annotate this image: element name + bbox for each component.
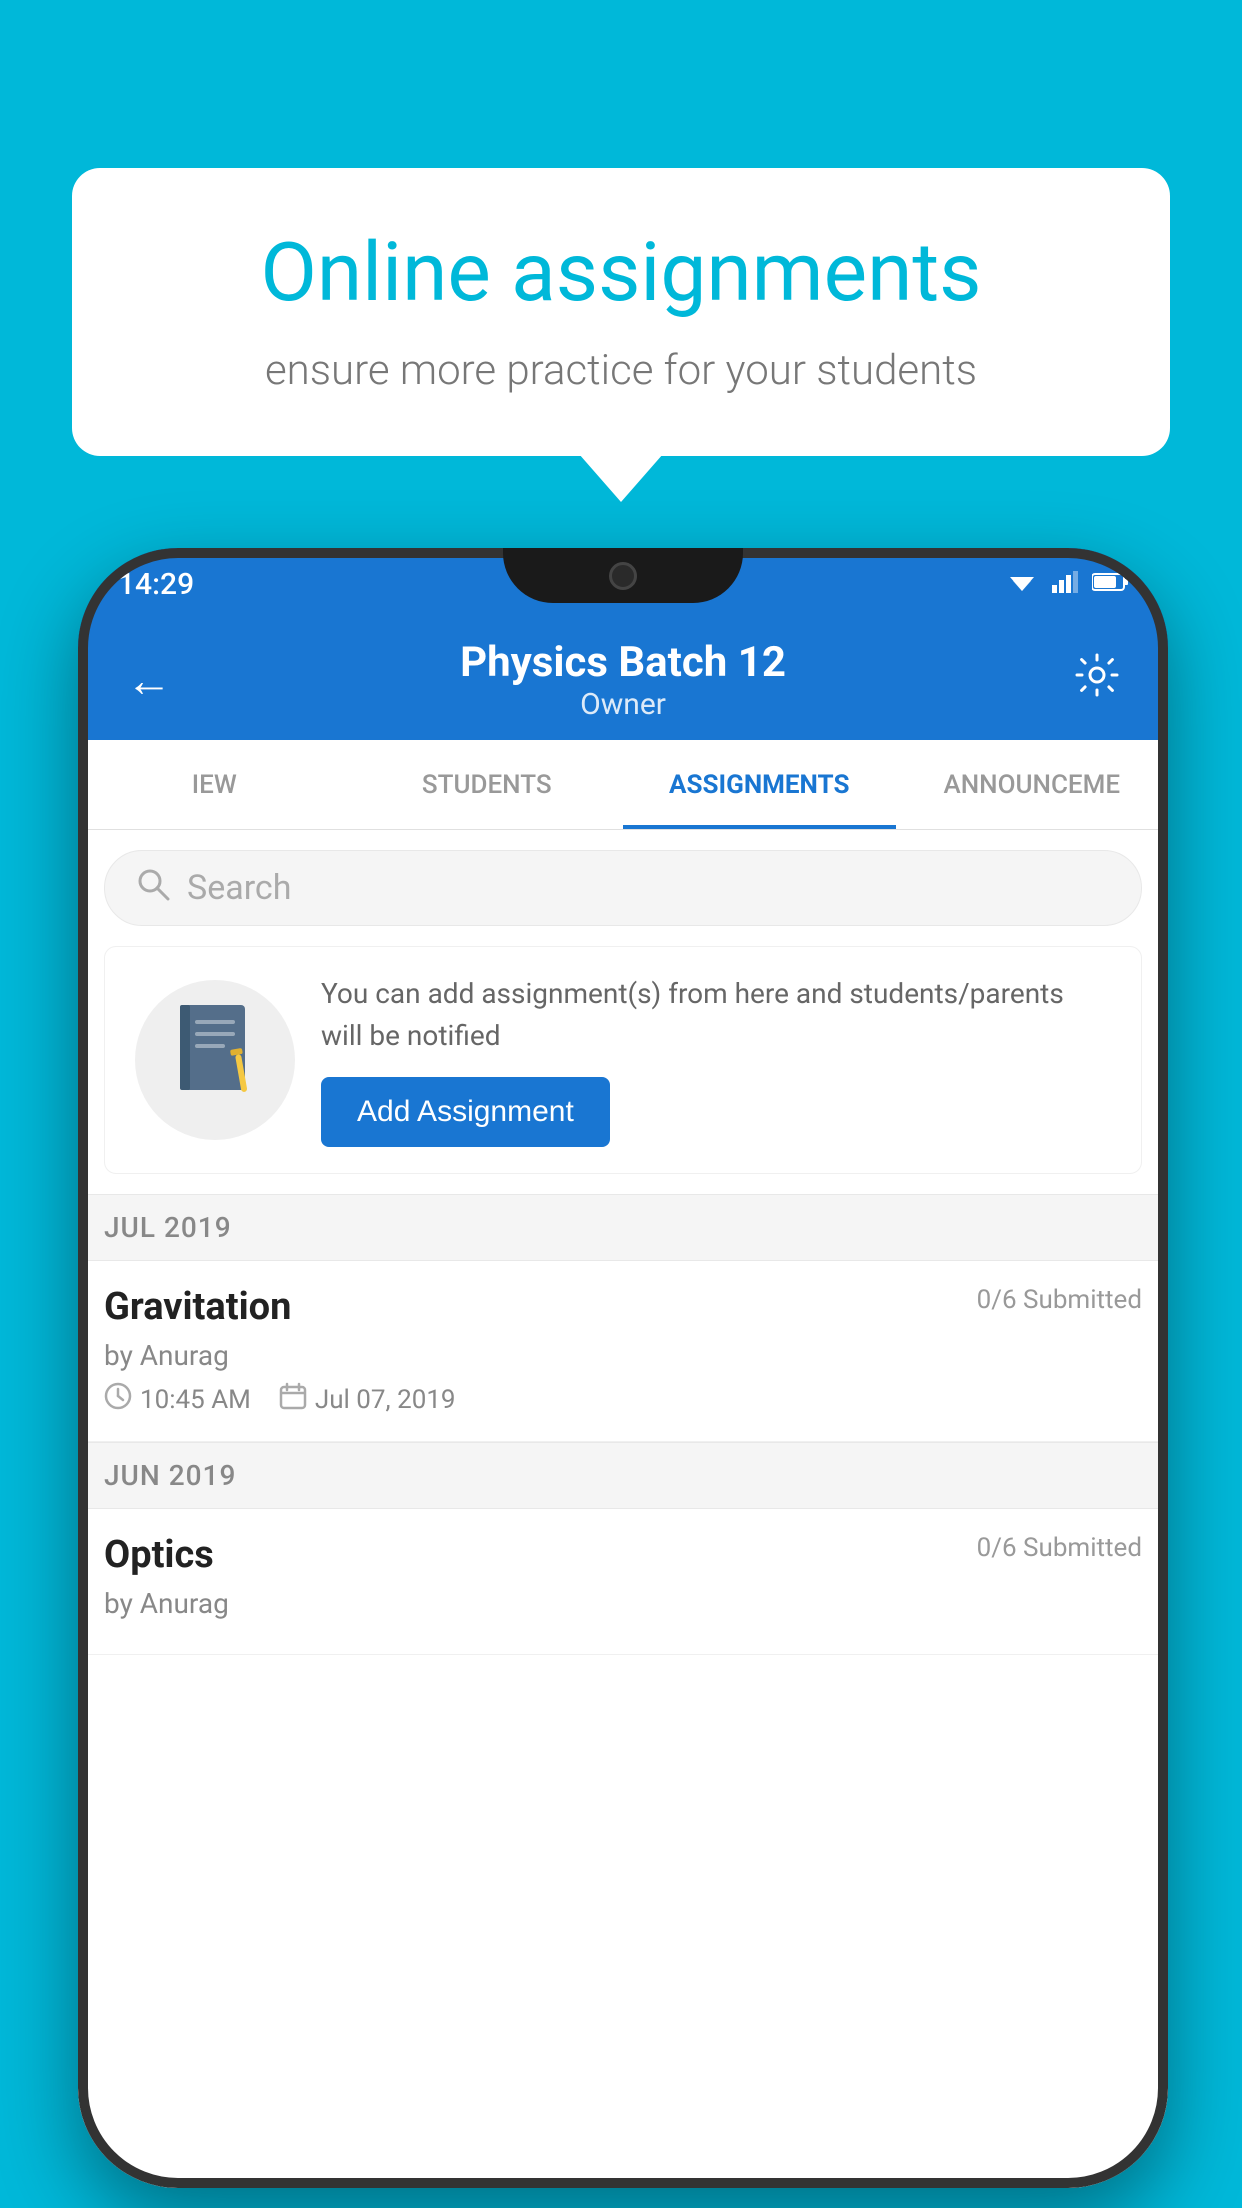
section-header-jun: JUN 2019 <box>78 1442 1168 1509</box>
tab-iew[interactable]: IEW <box>78 740 351 829</box>
assignment-author-optics: by Anurag <box>104 1587 1142 1620</box>
promo-card: You can add assignment(s) from here and … <box>104 946 1142 1174</box>
clock-icon <box>104 1382 132 1417</box>
assignment-name-optics: Optics <box>104 1533 214 1577</box>
section-label-jul: JUL 2019 <box>104 1211 232 1244</box>
settings-button[interactable] <box>1062 651 1132 710</box>
assignment-time-label: 10:45 AM <box>140 1385 251 1415</box>
search-icon <box>135 866 171 911</box>
notebook-icon <box>170 1000 260 1120</box>
speech-bubble-container: Online assignments ensure more practice … <box>72 168 1170 456</box>
add-assignment-button[interactable]: Add Assignment <box>321 1077 610 1147</box>
tab-assignments[interactable]: ASSIGNMENTS <box>623 740 896 829</box>
tab-students-label: STUDENTS <box>422 770 552 800</box>
app-bar: ← Physics Batch 12 Owner <box>78 620 1168 740</box>
assignment-row1: Gravitation 0/6 Submitted <box>104 1285 1142 1329</box>
promo-text-area: You can add assignment(s) from here and … <box>321 973 1111 1147</box>
assignment-submitted-optics: 0/6 Submitted <box>977 1533 1142 1563</box>
back-button[interactable]: ← <box>114 653 184 708</box>
app-bar-center: Physics Batch 12 Owner <box>460 638 786 722</box>
assignment-meta-gravitation: 10:45 AM Jul 07, 2019 <box>104 1382 1142 1417</box>
app-bar-subtitle: Owner <box>460 687 786 722</box>
battery-icon <box>1092 572 1128 596</box>
speech-bubble-subtitle: ensure more practice for your students <box>142 342 1100 401</box>
status-icons <box>1006 571 1128 597</box>
tab-assignments-label: ASSIGNMENTS <box>669 770 849 800</box>
assignment-item-gravitation[interactable]: Gravitation 0/6 Submitted by Anurag 10:4… <box>78 1261 1168 1442</box>
camera <box>609 562 637 590</box>
assignment-author-gravitation: by Anurag <box>104 1339 1142 1372</box>
assignment-submitted-gravitation: 0/6 Submitted <box>977 1285 1142 1315</box>
speech-bubble: Online assignments ensure more practice … <box>72 168 1170 456</box>
speech-bubble-title: Online assignments <box>142 228 1100 318</box>
status-time: 14:29 <box>118 567 194 602</box>
assignment-name-gravitation: Gravitation <box>104 1285 291 1329</box>
search-placeholder: Search <box>187 868 291 908</box>
assignment-date-label: Jul 07, 2019 <box>315 1385 456 1415</box>
calendar-icon <box>279 1382 307 1417</box>
tab-students[interactable]: STUDENTS <box>351 740 624 829</box>
notch <box>503 548 743 603</box>
section-label-jun: JUN 2019 <box>104 1459 236 1492</box>
assignment-date-gravitation: Jul 07, 2019 <box>279 1382 456 1417</box>
search-bar[interactable]: Search <box>104 850 1142 926</box>
assignment-time-gravitation: 10:45 AM <box>104 1382 251 1417</box>
assignment-item-optics[interactable]: Optics 0/6 Submitted by Anurag <box>78 1509 1168 1655</box>
wifi-icon <box>1006 571 1038 597</box>
phone-content: Search You can add assig <box>78 830 1168 2188</box>
tab-iew-label: IEW <box>192 770 237 800</box>
tab-announcements-label: ANNOUNCEME <box>943 770 1120 800</box>
signal-icon <box>1052 571 1078 597</box>
promo-icon-circle <box>135 980 295 1140</box>
assignment-row1-optics: Optics 0/6 Submitted <box>104 1533 1142 1577</box>
app-bar-title: Physics Batch 12 <box>460 638 786 687</box>
promo-description: You can add assignment(s) from here and … <box>321 973 1111 1057</box>
section-header-jul: JUL 2019 <box>78 1194 1168 1261</box>
tab-announcements[interactable]: ANNOUNCEME <box>896 740 1169 829</box>
phone-frame: 14:29 ← Physics Batch 12 Owner <box>78 548 1168 2188</box>
tab-bar: IEW STUDENTS ASSIGNMENTS ANNOUNCEME <box>78 740 1168 830</box>
